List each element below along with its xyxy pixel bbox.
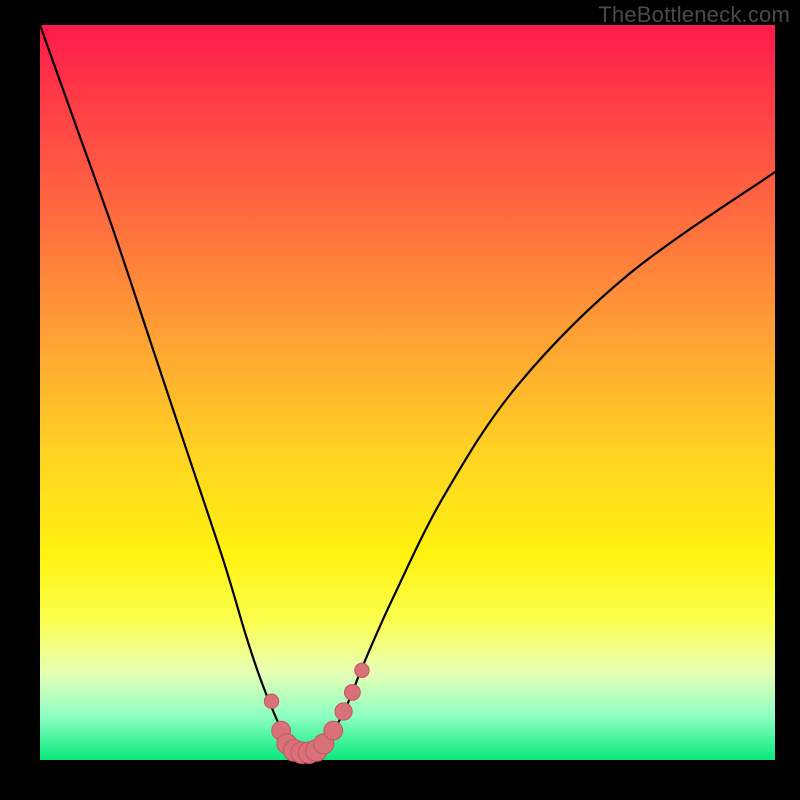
watermark-text: TheBottleneck.com — [598, 2, 790, 28]
bottleneck-curve — [40, 25, 775, 760]
plot-area — [40, 25, 775, 760]
curve-marker — [335, 703, 352, 720]
curve-marker — [324, 721, 343, 740]
frame: TheBottleneck.com — [0, 0, 800, 800]
curve-marker — [355, 663, 369, 677]
curve-marker — [344, 684, 360, 700]
curve-marker — [264, 694, 278, 708]
